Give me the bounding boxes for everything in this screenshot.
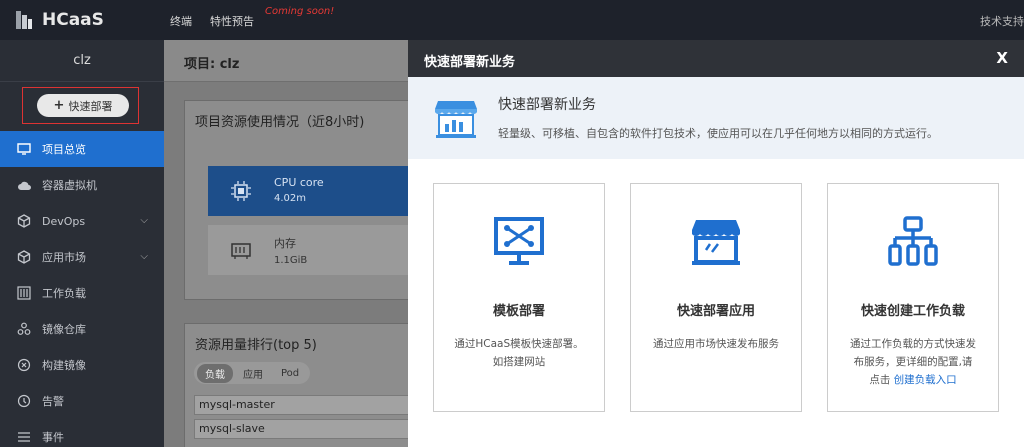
- sidebar-item-label: 应用市场: [42, 251, 86, 264]
- sidebar-item-label: 容器虚拟机: [42, 179, 97, 192]
- quick-deploy-button[interactable]: + 快速部署: [37, 94, 129, 117]
- close-button[interactable]: X: [996, 49, 1008, 67]
- alarm-icon: [16, 393, 32, 409]
- sidebar-item-label: 告警: [42, 395, 64, 408]
- top-nav: 终端 特性预告: [170, 13, 254, 29]
- quick-deploy-modal: 快速部署新业务 X 快速部署新业务 轻量级、可移植、自包含的软件打包技术，使应用…: [408, 40, 1024, 447]
- option-desc-line: 通过应用市场快速发布服务: [653, 338, 779, 350]
- chevron-down-icon: ⌵: [140, 251, 148, 262]
- plus-icon: +: [53, 98, 65, 113]
- cube-icon: [16, 213, 32, 229]
- sidebar: clz + 快速部署 项目总览 容器虚拟机 DevOps ⌵ 应用市场 ⌵ 工作…: [0, 40, 164, 447]
- build-icon: [16, 357, 32, 373]
- option-title: 快速创建工作负载: [860, 304, 965, 319]
- option-title: 快速部署应用: [676, 304, 755, 319]
- table-row[interactable]: mysql-slave: [194, 419, 414, 439]
- cpu-icon: [230, 180, 252, 205]
- sidebar-item-label: DevOps: [42, 214, 86, 228]
- sidebar-item-workload[interactable]: 工作负载: [0, 275, 164, 311]
- sidebar-item-events[interactable]: 事件: [0, 419, 164, 447]
- nav-support[interactable]: 技术支持: [980, 13, 1024, 29]
- quick-deploy-highlight: + 快速部署: [22, 87, 139, 124]
- cloud-icon: [16, 177, 32, 193]
- tab-workload[interactable]: 负载: [197, 363, 233, 383]
- quick-deploy-label: 快速部署: [68, 99, 113, 113]
- chevron-down-icon: ⌵: [140, 215, 148, 226]
- option-desc-line: 通过HCaaS模板快速部署。: [454, 338, 584, 350]
- sidebar-item-label: 项目总览: [42, 143, 86, 156]
- cube-icon: [16, 249, 32, 265]
- network-icon: [887, 216, 939, 271]
- option-description: 通过HCaaS模板快速部署。 如搭建网站: [446, 335, 592, 371]
- store-chart-icon: [434, 93, 478, 142]
- registry-icon: [16, 321, 32, 337]
- template-icon: [493, 216, 545, 271]
- tab-app[interactable]: 应用: [235, 364, 271, 383]
- modal-header: 快速部署新业务 X: [408, 40, 1024, 77]
- sidebar-menu: 项目总览 容器虚拟机 DevOps ⌵ 应用市场 ⌵ 工作负载 镜像仓库 构建镜…: [0, 131, 164, 447]
- intro-title: 快速部署新业务: [498, 97, 596, 113]
- modal-title: 快速部署新业务: [424, 55, 516, 70]
- top-bar: HCaaS 终端 特性预告 Coming soon! 技术支持: [0, 0, 1024, 40]
- option-desc-line: 布服务，更详细的配置,请: [853, 356, 973, 368]
- sidebar-item-overview[interactable]: 项目总览: [0, 131, 164, 167]
- option-title: 模板部署: [492, 304, 545, 319]
- rank-card-title: 资源用量排行(top 5): [195, 338, 317, 353]
- sidebar-item-registry[interactable]: 镜像仓库: [0, 311, 164, 347]
- option-workload-create[interactable]: 快速创建工作负载 通过工作负载的方式快速发 布服务，更详细的配置,请 点击 创建…: [827, 183, 999, 412]
- project-name[interactable]: clz: [0, 40, 164, 82]
- option-desc-text: 点击: [869, 374, 891, 386]
- nav-terminal[interactable]: 终端: [170, 13, 192, 29]
- tab-pod[interactable]: Pod: [273, 366, 307, 381]
- intro-description: 轻量级、可移植、自包含的软件打包技术，使应用可以在几乎任何地方以相同的方式运行。: [498, 127, 938, 140]
- sidebar-item-devops[interactable]: DevOps ⌵: [0, 203, 164, 239]
- option-description: 通过工作负载的方式快速发 布服务，更详细的配置,请 点击 创建负载入口: [840, 335, 986, 389]
- option-template-deploy[interactable]: 模板部署 通过HCaaS模板快速部署。 如搭建网站: [433, 183, 605, 412]
- create-workload-link[interactable]: 创建负载入口: [894, 374, 957, 386]
- app-window: HCaaS 终端 特性预告 Coming soon! 技术支持 clz + 快速…: [0, 0, 1024, 447]
- modal-intro: 快速部署新业务 轻量级、可移植、自包含的软件打包技术，使应用可以在几乎任何地方以…: [408, 77, 1024, 159]
- sidebar-item-label: 构建镜像: [42, 359, 86, 372]
- app-logo[interactable]: HCaaS: [14, 9, 104, 31]
- option-desc-line: 如搭建网站: [492, 356, 546, 368]
- workload-icon: [16, 285, 32, 301]
- sidebar-item-alarm[interactable]: 告警: [0, 383, 164, 419]
- nav-feature-preview[interactable]: 特性预告: [210, 13, 254, 29]
- sidebar-item-vm[interactable]: 容器虚拟机: [0, 167, 164, 203]
- app-name: HCaaS: [42, 10, 104, 30]
- coming-soon-label: Coming soon!: [265, 6, 335, 17]
- option-description: 通过应用市场快速发布服务: [643, 335, 789, 353]
- memory-icon: [230, 239, 252, 264]
- list-icon: [16, 429, 32, 445]
- option-desc-line: 点击 创建负载入口: [840, 371, 986, 389]
- table-row[interactable]: mysql-master: [194, 395, 414, 415]
- memory-label: 内存: [274, 237, 296, 250]
- page-title: 项目: clz: [184, 57, 240, 72]
- cpu-label: CPU core: [274, 176, 324, 189]
- hcaas-logo-icon: [16, 11, 32, 29]
- option-app-deploy[interactable]: 快速部署应用 通过应用市场快速发布服务: [630, 183, 802, 412]
- sidebar-item-app-market[interactable]: 应用市场 ⌵: [0, 239, 164, 275]
- sidebar-item-label: 工作负载: [42, 287, 86, 300]
- usage-card-title: 项目资源使用情况（近8小时): [195, 115, 365, 130]
- store-icon: [690, 216, 742, 271]
- sidebar-item-label: 事件: [42, 431, 64, 444]
- sidebar-item-build[interactable]: 构建镜像: [0, 347, 164, 383]
- rank-tabs: 负载 应用 Pod: [194, 362, 311, 384]
- overview-icon: [16, 141, 32, 157]
- sidebar-item-label: 镜像仓库: [42, 323, 86, 336]
- option-desc-line: 通过工作负载的方式快速发: [850, 338, 976, 350]
